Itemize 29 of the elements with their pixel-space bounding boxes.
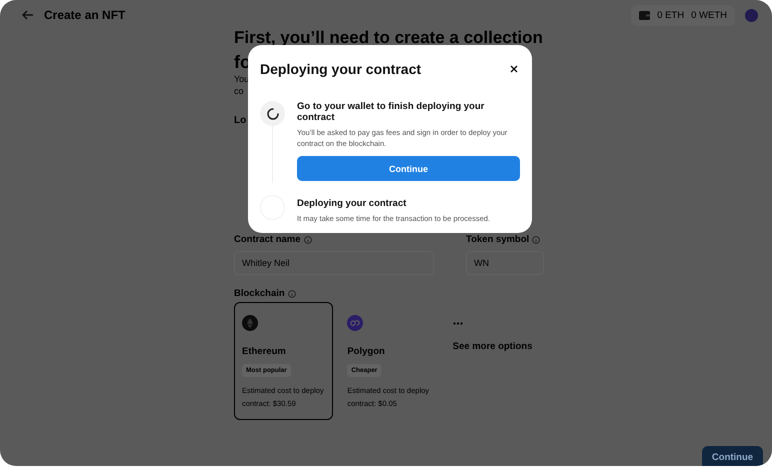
page-heading: First, you’ll need to create a collection — [234, 29, 543, 47]
section-label: Blockchain — [234, 288, 285, 299]
balance-text: 0 ETH — [657, 10, 684, 20]
modal-title: Deploying your contract — [260, 61, 422, 77]
chain-name: Polygon — [347, 346, 386, 357]
text-input[interactable]: WN — [466, 251, 544, 275]
info-icon[interactable] — [532, 236, 540, 244]
field-label: Token symbol — [466, 234, 530, 245]
more-icon — [452, 322, 463, 324]
close-icon[interactable] — [510, 65, 518, 73]
back-arrow-icon[interactable] — [22, 10, 34, 20]
page-title: Create an NFT — [44, 8, 126, 22]
field-label: Contract name — [234, 234, 301, 245]
step-title: Deploying your contract — [297, 198, 408, 209]
avatar[interactable] — [745, 8, 758, 22]
balance-text: 0 WETH — [691, 10, 727, 20]
continue-button[interactable]: Continue — [702, 446, 763, 466]
text-input[interactable]: Whitley Neil — [234, 251, 434, 275]
chain-name: See more options — [452, 341, 534, 352]
wallet-icon — [639, 10, 650, 20]
chain-name: Ethereum — [242, 346, 287, 357]
chain-option-card[interactable]: See more options — [444, 302, 544, 420]
info-icon[interactable] — [304, 236, 312, 244]
step-title: Go to your wallet to finish deploying your contract — [297, 101, 486, 123]
info-icon[interactable] — [288, 290, 296, 298]
field-label-fragment: Lo — [234, 115, 246, 126]
continue-button[interactable]: Continue — [297, 156, 520, 181]
balance-pill[interactable]: 0 ETH 0 WETH — [631, 4, 735, 26]
intro-text-fragment: co — [234, 85, 244, 97]
